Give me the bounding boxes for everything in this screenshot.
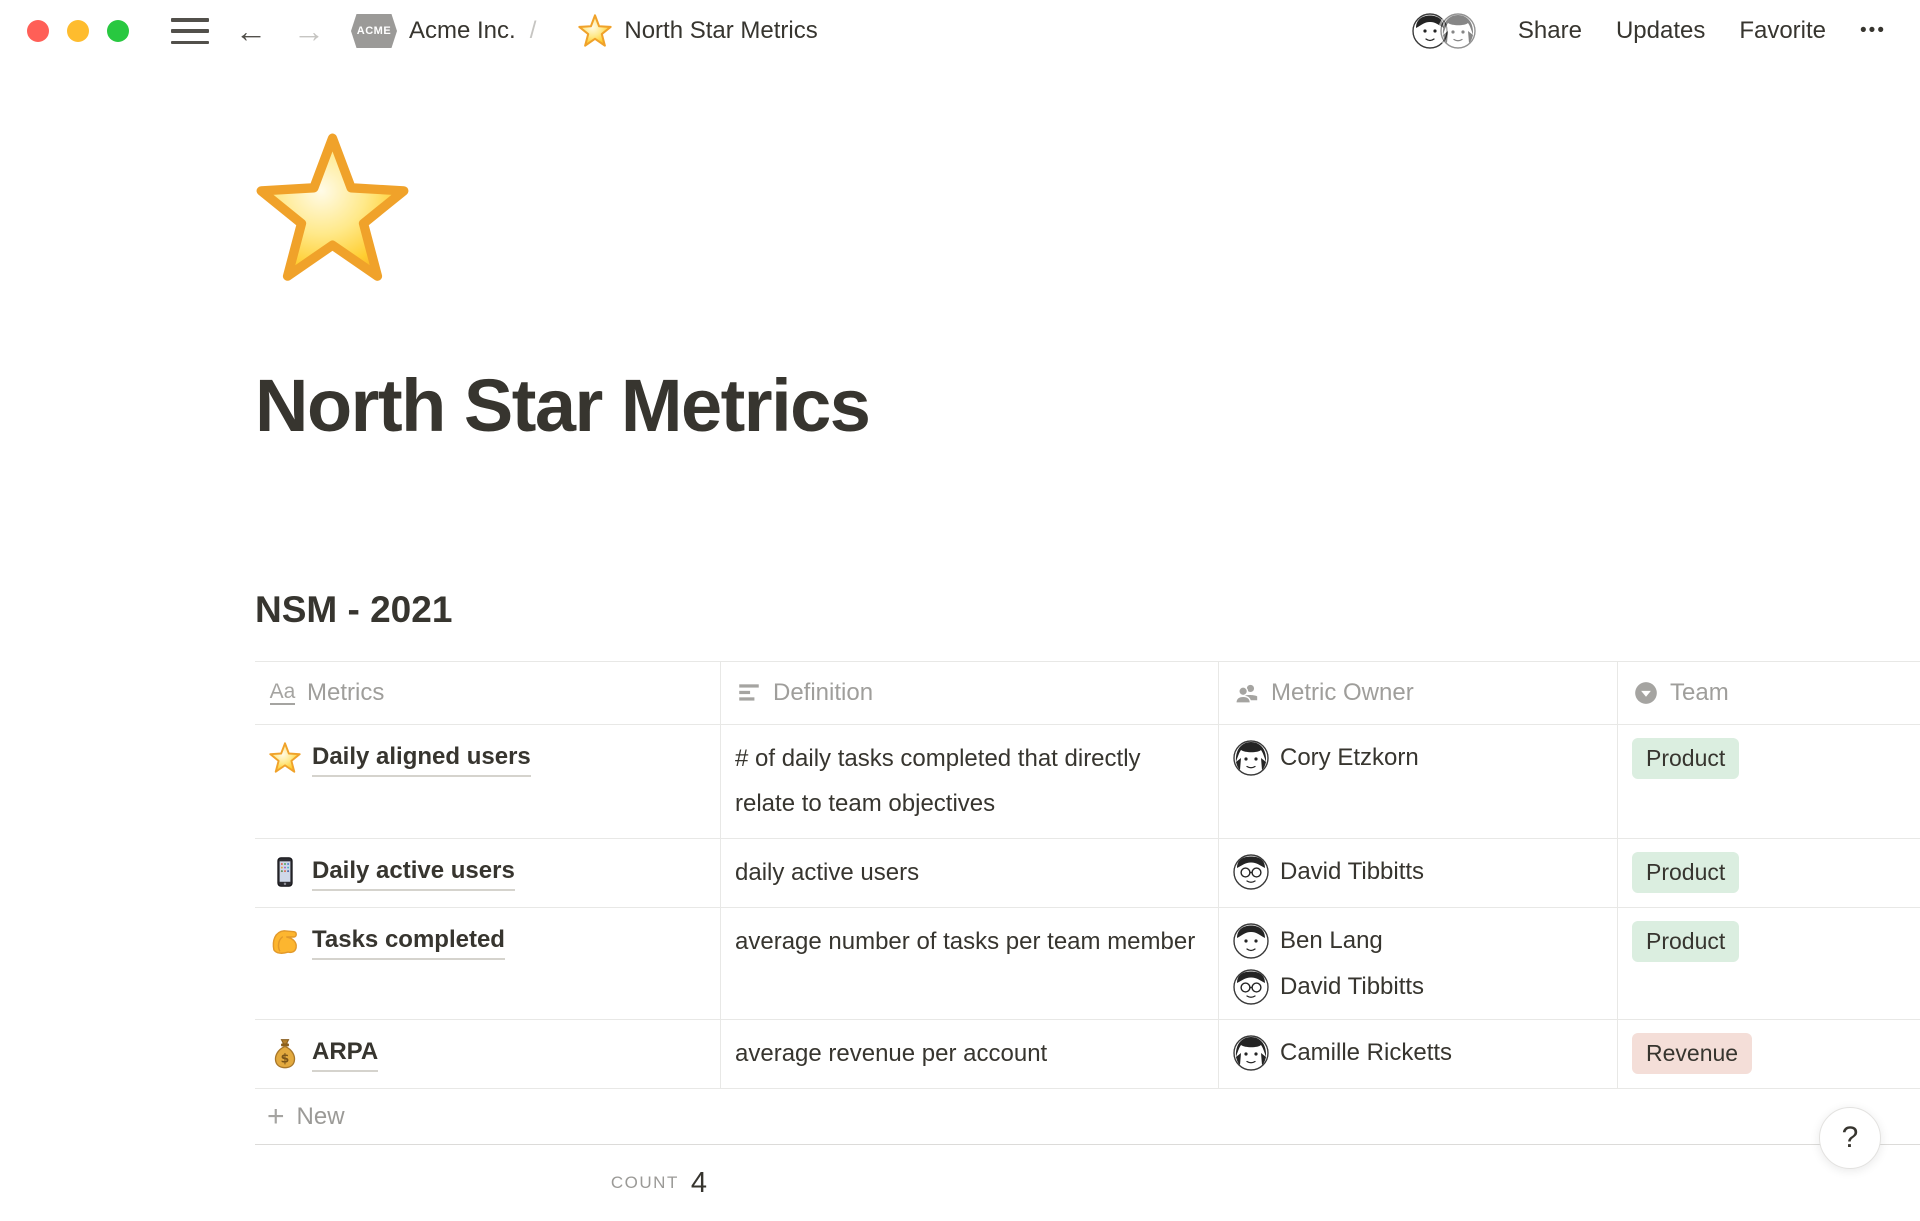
metric-cell[interactable]: Daily aligned users <box>255 725 721 838</box>
metric-page-link[interactable]: ARPA <box>312 1035 378 1072</box>
team-cell[interactable]: Product <box>1618 839 1920 907</box>
help-button[interactable]: ? <box>1819 1107 1881 1169</box>
updates-button[interactable]: Updates <box>1616 17 1705 45</box>
star-icon <box>269 742 301 774</box>
table-row: Daily active users daily active users Da… <box>255 839 1920 908</box>
metric-page-link[interactable]: Daily aligned users <box>312 740 531 777</box>
breadcrumb-workspace[interactable]: ACME Acme Inc. <box>351 14 516 48</box>
team-tag[interactable]: Product <box>1632 738 1739 779</box>
owner-cell[interactable]: David Tibbitts <box>1219 839 1618 907</box>
column-header-team[interactable]: Team <box>1618 662 1920 724</box>
share-button[interactable]: Share <box>1518 17 1582 45</box>
metric-cell[interactable]: Daily active users <box>255 839 721 907</box>
owner-cell[interactable]: Ben Lang David Tibbitts <box>1219 908 1618 1019</box>
table-row: Daily aligned users # of daily tasks com… <box>255 725 1920 839</box>
definition-cell[interactable]: daily active users <box>721 839 1219 907</box>
more-options-icon[interactable]: ••• <box>1860 20 1886 42</box>
metric-cell[interactable]: Tasks completed <box>255 908 721 1019</box>
minimize-window-button[interactable] <box>67 20 89 42</box>
avatar <box>1233 923 1269 959</box>
team-cell[interactable]: Product <box>1618 908 1920 1019</box>
team-cell[interactable]: Product <box>1618 725 1920 838</box>
avatar <box>1233 854 1269 890</box>
breadcrumb-page[interactable]: North Star Metrics <box>562 14 817 48</box>
breadcrumb-separator: / <box>530 17 537 45</box>
forward-arrow-icon[interactable]: → <box>293 15 325 47</box>
page-star-icon[interactable] <box>255 132 410 287</box>
add-new-row-button[interactable]: + New <box>255 1089 1920 1145</box>
metric-cell[interactable]: $ ARPA <box>255 1020 721 1088</box>
muscle-icon <box>269 925 301 957</box>
zoom-window-button[interactable] <box>107 20 129 42</box>
count-value: 4 <box>691 1167 707 1200</box>
person-chip[interactable]: David Tibbitts <box>1233 969 1424 1005</box>
money-bag-icon: $ <box>269 1037 301 1069</box>
back-arrow-icon[interactable]: ← <box>235 15 267 47</box>
column-header-metrics[interactable]: Aa Metrics <box>255 662 721 724</box>
metric-page-link[interactable]: Tasks completed <box>312 923 505 960</box>
definition-cell[interactable]: # of daily tasks completed that directly… <box>721 725 1219 838</box>
team-tag[interactable]: Product <box>1632 852 1739 893</box>
traffic-lights <box>27 20 129 42</box>
viewer-avatars[interactable] <box>1410 11 1478 51</box>
count-label: COUNT <box>611 1173 679 1193</box>
star-icon <box>578 14 612 48</box>
text-lines-icon <box>735 680 762 707</box>
column-header-definition[interactable]: Definition <box>721 662 1219 724</box>
svg-text:$: $ <box>281 1050 290 1065</box>
definition-cell[interactable]: average number of tasks per team member <box>721 908 1219 1019</box>
person-chip[interactable]: Camille Ricketts <box>1233 1035 1452 1071</box>
avatar <box>1233 969 1269 1005</box>
owner-cell[interactable]: Cory Etzkorn <box>1219 725 1618 838</box>
favorite-button[interactable]: Favorite <box>1739 17 1826 45</box>
question-mark-icon: ? <box>1842 1121 1859 1155</box>
page-content: North Star Metrics NSM - 2021 Aa Metrics… <box>0 62 1920 1221</box>
table-row: Tasks completed average number of tasks … <box>255 908 1920 1020</box>
title-aa-icon: Aa <box>269 680 296 707</box>
metric-page-link[interactable]: Daily active users <box>312 854 515 891</box>
team-tag[interactable]: Revenue <box>1632 1033 1752 1074</box>
team-cell[interactable]: Revenue <box>1618 1020 1920 1088</box>
team-tag[interactable]: Product <box>1632 921 1739 962</box>
acme-logo: ACME <box>351 14 397 48</box>
sidebar-menu-icon[interactable] <box>171 18 209 44</box>
close-window-button[interactable] <box>27 20 49 42</box>
owner-cell[interactable]: Camille Ricketts <box>1219 1020 1618 1088</box>
avatar <box>1233 1035 1269 1071</box>
person-chip[interactable]: Cory Etzkorn <box>1233 740 1419 776</box>
avatar <box>1233 740 1269 776</box>
person-chip[interactable]: Ben Lang <box>1233 923 1424 959</box>
breadcrumb-page-title: North Star Metrics <box>624 17 817 45</box>
plus-icon: + <box>267 1102 285 1132</box>
page-title[interactable]: North Star Metrics <box>255 360 1920 452</box>
definition-cell[interactable]: average revenue per account <box>721 1020 1219 1088</box>
people-icon <box>1233 680 1260 707</box>
database-title[interactable]: NSM - 2021 <box>255 587 1920 633</box>
table-row: $ ARPA average revenue per account Camil… <box>255 1020 1920 1089</box>
iphone-icon <box>269 856 301 888</box>
table-header-row: Aa Metrics Definition <box>255 661 1920 725</box>
avatar <box>1438 11 1478 51</box>
column-header-metric-owner[interactable]: Metric Owner <box>1219 662 1618 724</box>
person-chip[interactable]: David Tibbitts <box>1233 854 1424 890</box>
table-count-footer[interactable]: COUNT 4 <box>255 1145 721 1221</box>
metrics-table: Aa Metrics Definition <box>255 661 1920 1221</box>
window-titlebar: ← → ACME Acme Inc. / North Star Metrics … <box>0 0 1920 62</box>
workspace-name: Acme Inc. <box>409 17 516 45</box>
select-circle-icon <box>1632 680 1659 707</box>
